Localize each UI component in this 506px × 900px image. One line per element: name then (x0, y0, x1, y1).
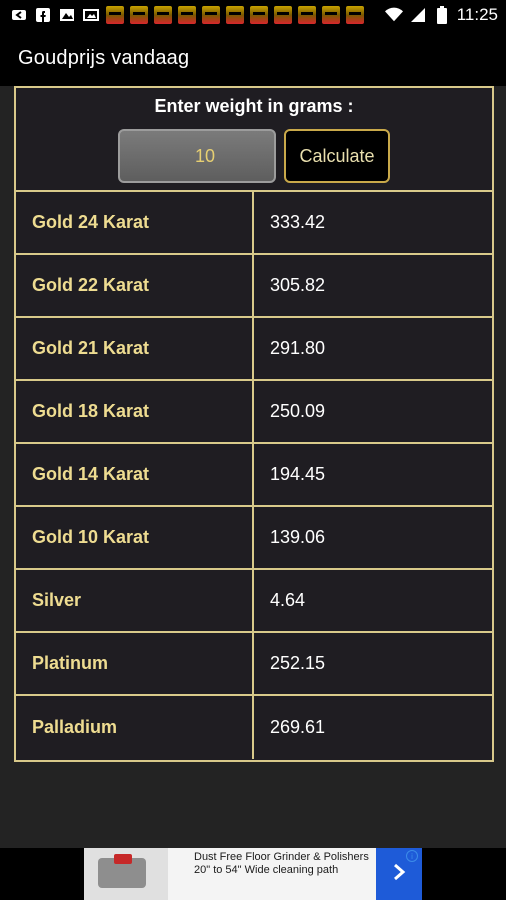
app-notification-icon (346, 6, 364, 24)
weight-calculator: Enter weight in grams : 10 Calculate (16, 88, 492, 192)
table-row: Gold 22 Karat 305.82 (16, 255, 492, 318)
price-value: 250.09 (254, 381, 492, 442)
price-value: 194.45 (254, 444, 492, 505)
calculate-button[interactable]: Calculate (284, 129, 390, 183)
app-notification-icon (298, 6, 316, 24)
app-notification-icon (250, 6, 268, 24)
metal-label: Gold 22 Karat (16, 255, 254, 316)
app-notification-icon (202, 6, 220, 24)
page-title: Goudprijs vandaag (18, 46, 190, 69)
price-value: 333.42 (254, 192, 492, 253)
gold-price-panel: Enter weight in grams : 10 Calculate Gol… (14, 86, 494, 762)
table-row: Palladium 269.61 (16, 696, 492, 759)
clock: 11:25 (456, 5, 498, 24)
back-icon (10, 6, 28, 24)
price-value: 139.06 (254, 507, 492, 568)
price-value: 252.15 (254, 633, 492, 694)
app-notification-icon (106, 6, 124, 24)
table-row: Gold 18 Karat 250.09 (16, 381, 492, 444)
metal-label: Platinum (16, 633, 254, 694)
info-icon[interactable]: i (406, 850, 418, 862)
metal-label: Palladium (16, 696, 254, 759)
wifi-icon (384, 6, 403, 24)
ad-banner[interactable]: Dust Free Floor Grinder & Polishers 20" … (84, 848, 422, 900)
notification-icons (0, 6, 364, 24)
system-icons: 11:25 (384, 0, 498, 30)
table-row: Gold 24 Karat 333.42 (16, 192, 492, 255)
chevron-right-icon (392, 863, 406, 886)
metal-label: Gold 18 Karat (16, 381, 254, 442)
weight-input[interactable]: 10 (118, 129, 276, 183)
photo-icon (82, 6, 100, 24)
price-value: 291.80 (254, 318, 492, 379)
ad-image[interactable] (84, 848, 168, 900)
table-row: Gold 21 Karat 291.80 (16, 318, 492, 381)
app-notification-icon (226, 6, 244, 24)
metal-label: Silver (16, 570, 254, 631)
price-value: 305.82 (254, 255, 492, 316)
table-row: Gold 14 Karat 194.45 (16, 444, 492, 507)
price-value: 4.64 (254, 570, 492, 631)
metal-label: Gold 24 Karat (16, 192, 254, 253)
metal-label: Gold 14 Karat (16, 444, 254, 505)
weight-prompt: Enter weight in grams : (154, 96, 354, 116)
ad-text[interactable]: Dust Free Floor Grinder & Polishers 20" … (168, 848, 376, 900)
table-row: Platinum 252.15 (16, 633, 492, 696)
price-value: 269.61 (254, 696, 492, 759)
app-notification-icon (178, 6, 196, 24)
app-bar: Goudprijs vandaag (0, 30, 506, 86)
battery-icon (433, 6, 451, 24)
app-notification-icon (322, 6, 340, 24)
metal-label: Gold 10 Karat (16, 507, 254, 568)
table-row: Gold 10 Karat 139.06 (16, 507, 492, 570)
app-notification-icon (274, 6, 292, 24)
image-gallery-icon (58, 6, 76, 24)
price-table: Gold 24 Karat 333.42 Gold 22 Karat 305.8… (16, 192, 492, 759)
signal-icon (409, 6, 427, 24)
facebook-icon (34, 6, 52, 24)
table-row: Silver 4.64 (16, 570, 492, 633)
app-notification-icon (154, 6, 172, 24)
status-bar: 11:25 (0, 0, 506, 30)
app-notification-icon (130, 6, 148, 24)
calculator-controls: 10 Calculate (16, 129, 492, 183)
metal-label: Gold 21 Karat (16, 318, 254, 379)
